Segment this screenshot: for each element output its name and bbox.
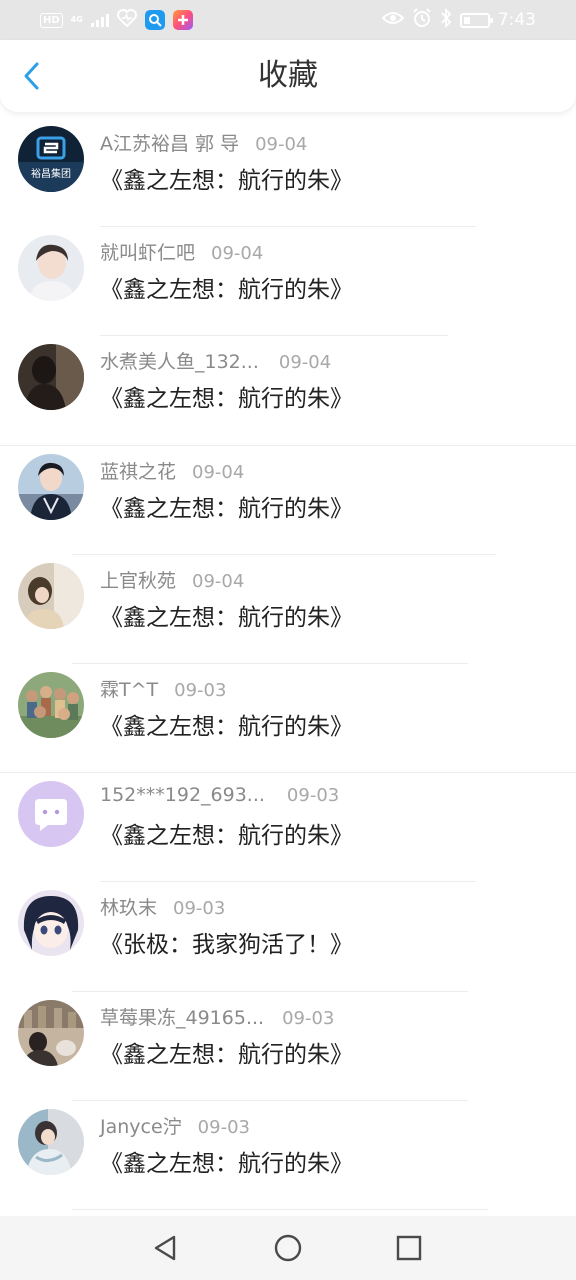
list-item[interactable]: 草莓果冻_49165... 09-03 《鑫之左想：航行的朱》 [0, 992, 576, 1101]
favorites-list: 裕昌集团 A江苏裕昌 郭 导 09-04 《鑫之左想：航行的朱》 就叫虾仁吧 0… [0, 118, 576, 1210]
user-name: 水煮美人鱼_132... [100, 351, 259, 374]
name-row: 林玖末 09-03 [100, 893, 225, 920]
search-app-icon [144, 10, 165, 30]
avatar[interactable] [18, 344, 84, 411]
status-bar: HD 4G 7:43 [0, 0, 576, 40]
post-title[interactable]: 《张极：我家狗活了！》 [100, 925, 353, 959]
post-date: 09-03 [286, 785, 340, 807]
nav-home-button[interactable] [272, 1232, 304, 1264]
chevron-left-icon [24, 62, 39, 90]
post-date: 09-03 [197, 1116, 250, 1138]
nav-back-button[interactable] [149, 1232, 181, 1264]
header: 收藏 [0, 40, 576, 112]
post-date: 09-03 [282, 1007, 335, 1029]
system-nav-bar [0, 1216, 576, 1280]
post-date: 09-04 [278, 352, 332, 374]
alarm-icon [412, 8, 432, 32]
avatar[interactable] [18, 999, 84, 1066]
post-title[interactable]: 《鑫之左想：航行的朱》 [100, 707, 353, 741]
circle-home-icon [274, 1234, 302, 1262]
name-row: 152***192_693... 09-03 [100, 784, 339, 806]
user-name: A江苏裕昌 郭 导 [100, 133, 240, 155]
avatar[interactable] [18, 235, 84, 302]
post-title[interactable]: 《鑫之左想：航行的朱》 [100, 379, 353, 413]
name-row: 水煮美人鱼_132... 09-04 [100, 347, 331, 374]
avatar[interactable] [18, 562, 84, 629]
user-name: 林玖末 [100, 897, 158, 920]
post-title[interactable]: 《鑫之左想：航行的朱》 [100, 489, 353, 523]
post-date: 09-03 [174, 679, 227, 701]
plus-app-icon [172, 10, 193, 30]
back-button[interactable] [14, 58, 50, 94]
divider [72, 1208, 488, 1210]
name-row: Janyce泞 09-03 [100, 1112, 250, 1139]
avatar[interactable] [18, 671, 84, 738]
name-row: 草莓果冻_49165... 09-03 [100, 1003, 334, 1030]
user-name: 就叫虾仁吧 [100, 242, 196, 265]
post-title[interactable]: 《鑫之左想：航行的朱》 [100, 161, 353, 195]
name-row: 蓝祺之花 09-04 [100, 457, 244, 484]
network-type-top: 4G [70, 15, 83, 24]
signal-icon [90, 13, 109, 27]
battery-icon [459, 12, 493, 28]
list-item[interactable]: 上官秋苑 09-04 《鑫之左想：航行的朱》 [0, 555, 576, 664]
post-date: 09-04 [192, 570, 245, 592]
eye-icon [381, 10, 405, 30]
name-row: 上官秋苑 09-04 [100, 566, 244, 593]
post-title[interactable]: 《鑫之左想：航行的朱》 [100, 1144, 353, 1178]
post-date: 09-03 [173, 898, 226, 920]
status-bar-left: HD 4G [40, 9, 193, 31]
post-title[interactable]: 《鑫之左想：航行的朱》 [100, 598, 353, 632]
nav-recents-button[interactable] [393, 1232, 425, 1264]
avatar[interactable] [18, 1108, 84, 1175]
hd-badge: HD [40, 12, 63, 28]
list-item[interactable]: 152***192_693... 09-03 《鑫之左想：航行的朱》 [0, 773, 576, 883]
list-item[interactable]: 就叫虾仁吧 09-04 《鑫之左想：航行的朱》 [0, 227, 576, 337]
heart-app-icon [116, 9, 137, 31]
triangle-back-icon [154, 1235, 176, 1261]
post-title[interactable]: 《鑫之左想：航行的朱》 [100, 816, 353, 850]
list-item[interactable]: 霖T^T 09-03 《鑫之左想：航行的朱》 [0, 664, 576, 774]
user-name: 霖T^T [100, 678, 159, 701]
avatar[interactable] [18, 890, 84, 957]
avatar[interactable] [18, 781, 84, 848]
list-item[interactable]: 裕昌集团 A江苏裕昌 郭 导 09-04 《鑫之左想：航行的朱》 [0, 118, 576, 228]
page-title: 收藏 [258, 58, 318, 93]
user-name: 上官秋苑 [100, 569, 177, 592]
avatar[interactable] [18, 453, 84, 520]
user-name: 152***192_693... [100, 784, 265, 807]
user-name: Janyce泞 [100, 1115, 182, 1138]
post-title[interactable]: 《鑫之左想：航行的朱》 [100, 270, 353, 304]
name-row: 就叫虾仁吧 09-04 [100, 238, 263, 265]
user-name: 草莓果冻_49165... [100, 1006, 265, 1029]
square-recents-icon [396, 1235, 422, 1261]
clock: 7:43 [497, 10, 536, 30]
user-name: 蓝祺之花 [100, 460, 177, 483]
list-item[interactable]: Janyce泞 09-03 《鑫之左想：航行的朱》 [0, 1101, 576, 1210]
status-bar-right: 7:43 [381, 7, 536, 32]
bluetooth-icon [440, 7, 452, 32]
name-row: A江苏裕昌 郭 导 09-04 [100, 129, 307, 156]
network-label: 4G [71, 16, 83, 24]
list-item[interactable]: 蓝祺之花 09-04 《鑫之左想：航行的朱》 [0, 446, 576, 555]
avatar-text: 裕昌集团 [31, 167, 71, 180]
post-date: 09-04 [192, 461, 245, 483]
list-item[interactable]: 林玖末 09-03 《张极：我家狗活了！》 [0, 882, 576, 992]
avatar[interactable]: 裕昌集团 [18, 126, 84, 192]
post-date: 09-04 [255, 134, 308, 155]
post-date: 09-04 [211, 243, 264, 265]
list-item[interactable]: 水煮美人鱼_132... 09-04 《鑫之左想：航行的朱》 [0, 336, 576, 446]
post-title[interactable]: 《鑫之左想：航行的朱》 [100, 1035, 353, 1069]
name-row: 霖T^T 09-03 [100, 675, 226, 702]
